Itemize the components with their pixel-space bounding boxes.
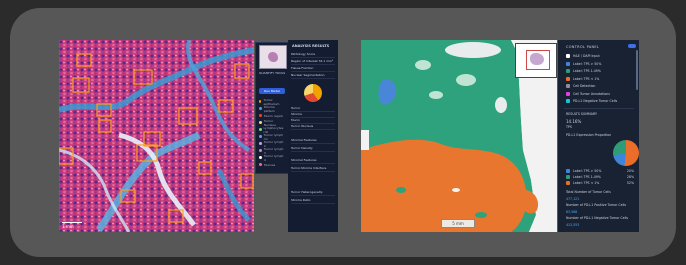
tool-row[interactable]: Tumor epithelium [259, 98, 285, 106]
scale-bar: 5 mm [441, 219, 475, 228]
legend-swatch [566, 91, 570, 96]
legend-item[interactable]: H&E / DAPI Input [566, 53, 600, 59]
control-panel: CONTROL PANEL H&E / DAPI Input Label: TPS… [558, 40, 639, 232]
legend-item[interactable]: Label: TPS < 1% [566, 76, 599, 82]
tool-row[interactable]: Tumor lymph ml [259, 133, 285, 141]
tool-row[interactable]: Lymphocytes roll [259, 126, 285, 134]
legend-swatch [566, 76, 570, 81]
pie-legend-swatch [566, 169, 570, 173]
pie-legend-label: Label: TPS > 50% [573, 169, 602, 173]
legend-item[interactable]: PD-L1 Negative Tumor Cells [566, 98, 617, 104]
pdl1-proportion-pie [613, 140, 639, 166]
tool-row[interactable]: Tumor Nucleus [259, 119, 285, 127]
screenshot-pdl1-analysis: 5 mm CONTROL PANEL H&E / DAPI Input Label… [361, 40, 639, 232]
tool-row-label: Mucin region [264, 113, 284, 118]
results-summary-title: RESULTS SUMMARY [566, 112, 597, 116]
legend-item[interactable]: Cell Tumor Annotations [566, 91, 610, 97]
tps-score-label: TPS [566, 125, 572, 129]
pie-legend-value: 20% [626, 169, 634, 173]
tool-row[interactable]: Mucin region [259, 113, 285, 118]
legend-item[interactable]: Label: TPS 1-49% [566, 68, 601, 74]
tissue-thumbnail [268, 52, 278, 62]
tool-row-label: Stroma pattern [263, 104, 275, 113]
control-panel-title: CONTROL PANEL [566, 45, 600, 49]
legend-label: PD-L1 Negative Tumor Cells [573, 99, 618, 103]
he-tissue-image [59, 40, 254, 232]
class-color-swatch [259, 163, 262, 166]
panel-toggle[interactable] [628, 44, 636, 48]
stat-value: 477,121 [566, 196, 580, 201]
legend-swatch [566, 54, 570, 58]
tool-row-label: Tumor lymph 4 [263, 153, 284, 162]
tool-row[interactable]: Mucosa [259, 162, 285, 167]
tool-row[interactable]: Tumor lymph 3 [259, 147, 285, 155]
class-color-swatch [259, 149, 262, 152]
tool-row-label: Mucosa [264, 162, 276, 167]
pie-legend-item: Label: TPS < 1% 52% [566, 180, 634, 186]
tool-row[interactable]: Stroma pattern [259, 104, 285, 113]
class-color-swatch [259, 142, 262, 145]
tool-row[interactable]: Tumor lymph 2 [259, 140, 285, 148]
legend-swatch [566, 61, 570, 66]
stat-value: 63,568 [566, 209, 578, 214]
pie-legend-label: Label: TPS 1-49% [573, 175, 601, 179]
class-color-swatch [259, 121, 262, 124]
proportion-title: PD-L1 Expression Proportion [566, 133, 612, 137]
legend-label: Label: TPS > 50% [573, 61, 602, 66]
pie-legend-value: 28% [626, 175, 634, 179]
legend-label: Label: TPS 1-49% [573, 69, 601, 73]
legend-swatch [566, 69, 570, 73]
slide-minimap[interactable] [515, 43, 557, 78]
quantify-tools-panel: QUANTIFY TOOLS Run Model Tumor epitheliu… [255, 42, 289, 174]
stat-value: 413,553 [566, 222, 580, 227]
screenshot-he-analysis: 1 mm QUANTIFY TOOLS Run Model Tumor epit… [59, 40, 338, 232]
tissue-composition-pie [304, 84, 322, 102]
class-color-swatch [259, 156, 262, 159]
legend-item[interactable]: Cell Detection [566, 83, 595, 89]
class-color-swatch [259, 107, 262, 110]
tps-score: 14.16% [566, 119, 582, 124]
stat-label: Total Number of Tumor Cells [566, 190, 611, 194]
tissue-viewer[interactable]: 1 mm [59, 40, 254, 232]
scale-bar: 1 mm [62, 222, 82, 229]
legend-label: Cell Detection [573, 84, 596, 88]
class-color-swatch [259, 100, 262, 103]
class-color-swatch [259, 128, 262, 131]
result-row: Tumor Nucleus [291, 124, 335, 130]
result-row: Stromal Features [291, 138, 335, 144]
pie-legend-value: 52% [626, 181, 634, 185]
result-row: Nuclear Segmentation [291, 73, 335, 79]
pie-legend-swatch [566, 181, 570, 185]
tools-title: QUANTIFY TOOLS [259, 71, 286, 75]
result-row: Tumor-Stroma Interface [291, 166, 335, 172]
results-title: ANALYSIS RESULTS [292, 44, 330, 48]
legend-swatch [566, 84, 570, 88]
result-row: Tumor Density [291, 146, 335, 152]
stat-label: Number of PD-L1 Positive Tumor Cells [566, 203, 627, 207]
pie-legend-swatch [566, 175, 570, 179]
pie-legend-label: Label: TPS < 1% [573, 181, 600, 185]
divider [564, 108, 634, 109]
legend-label: Label: TPS < 1% [573, 76, 600, 81]
result-row: Tissue Fraction [291, 66, 335, 72]
legend-swatch [566, 99, 570, 103]
slide-minimap[interactable] [259, 45, 287, 69]
legend-label: Cell Tumor Annotations [573, 91, 610, 96]
panel-scrollbar[interactable] [636, 50, 638, 90]
result-row: Tumor Heterogeneity [291, 190, 335, 196]
result-row: Stroma Ratio [291, 198, 335, 204]
result-row: Region of Interest 32.1 mm² [291, 59, 335, 65]
legend-item[interactable]: Label: TPS > 50% [566, 61, 601, 67]
legend-label: H&E / DAPI Input [573, 54, 600, 58]
viewport-indicator [526, 50, 550, 70]
class-color-swatch [259, 114, 262, 117]
tool-row[interactable]: Tumor lymph 4 [259, 153, 285, 162]
run-model-button[interactable]: Run Model [259, 88, 285, 94]
class-color-swatch [259, 135, 262, 138]
analysis-results-panel: ANALYSIS RESULTS Pathology Score Region o… [288, 40, 338, 232]
result-row: Pathology Score [291, 52, 335, 58]
result-row: Stromal Features [291, 158, 335, 164]
segmentation-viewer[interactable]: 5 mm [361, 40, 557, 232]
stat-label: Number of PD-L1 Negative Tumor Cells [566, 216, 629, 220]
